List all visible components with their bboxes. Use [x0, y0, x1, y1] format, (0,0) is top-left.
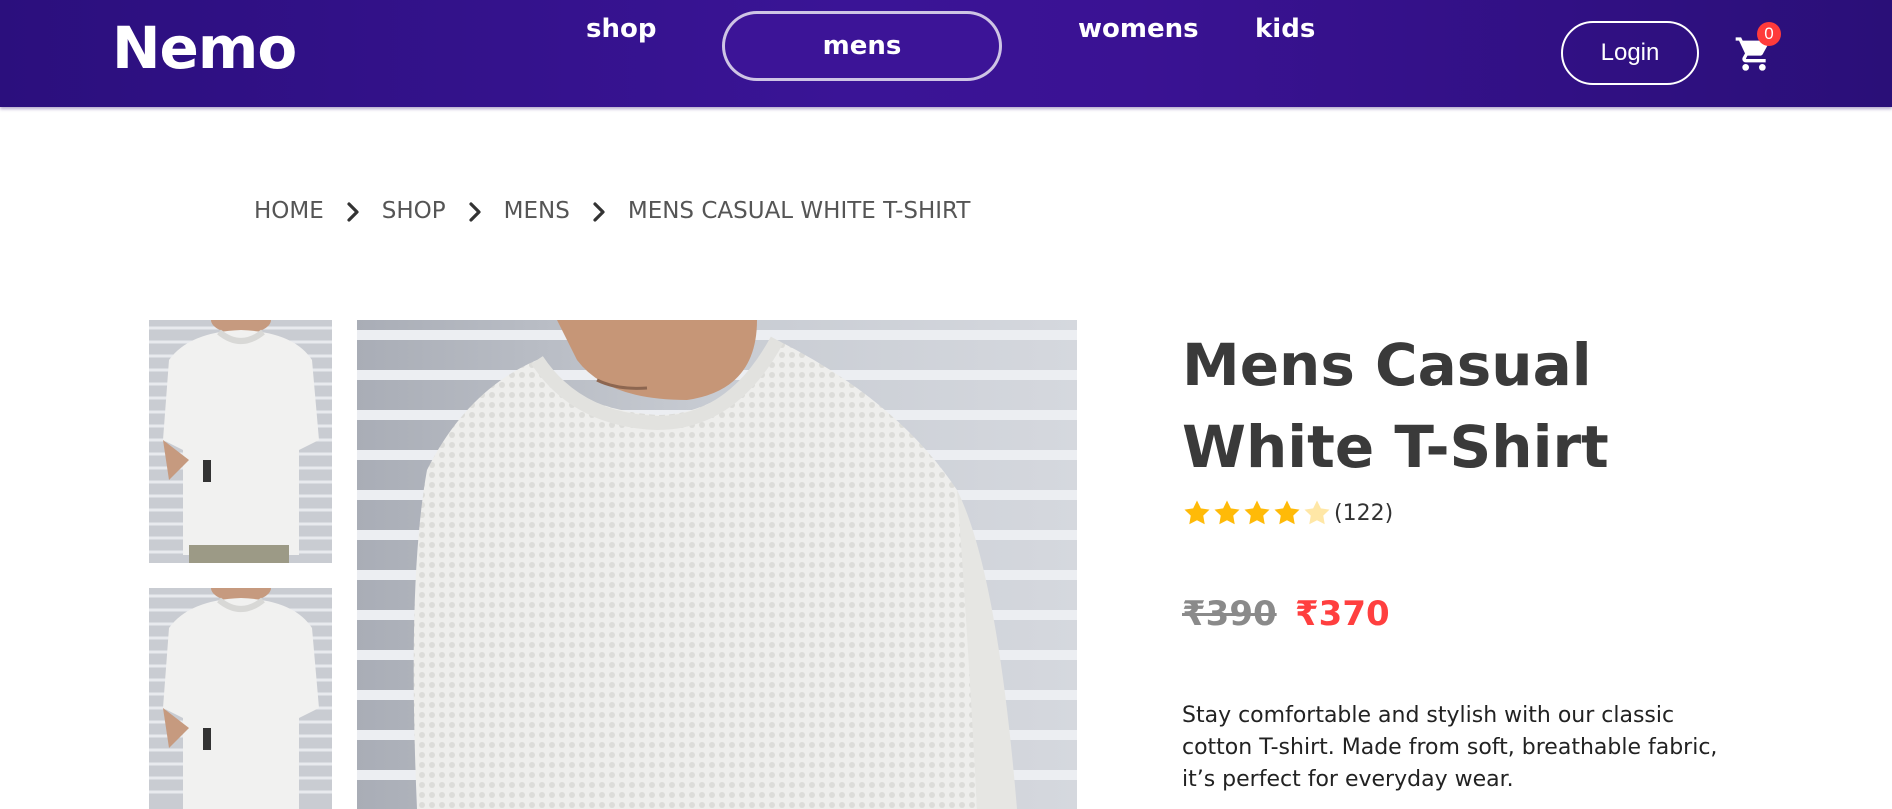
nav-item-mens[interactable]: mens: [722, 11, 1002, 81]
brand-logo[interactable]: Nemo: [112, 14, 297, 82]
nav-item-womens[interactable]: womens: [1078, 14, 1199, 44]
nav-item-shop[interactable]: shop: [586, 14, 656, 44]
top-navbar: Nemo shop mens womens kids Login 0: [0, 0, 1892, 107]
chevron-right-icon: [582, 198, 616, 224]
review-count[interactable]: (122): [1334, 501, 1393, 526]
breadcrumb-home[interactable]: HOME: [254, 198, 324, 224]
chevron-right-icon: [336, 198, 370, 224]
nav-item-kids[interactable]: kids: [1255, 14, 1315, 44]
cart-count-badge: 0: [1757, 22, 1781, 46]
star-filled-icon: [1214, 500, 1240, 525]
breadcrumb: HOME SHOP MENS MENS CASUAL WHITE T-SHIRT: [254, 198, 970, 224]
product-rating: (122): [1182, 498, 1393, 528]
breadcrumb-current-product: MENS CASUAL WHITE T-SHIRT: [627, 198, 971, 224]
product-thumbnail[interactable]: [149, 320, 332, 563]
breadcrumb-mens[interactable]: MENS: [504, 198, 570, 224]
product-description: Stay comfortable and stylish with our cl…: [1182, 703, 1718, 792]
star-empty-icon: [1304, 500, 1330, 525]
chevron-right-icon: [458, 198, 492, 224]
login-button[interactable]: Login: [1561, 21, 1699, 85]
star-filled-icon: [1244, 500, 1270, 525]
sale-price: ₹370: [1295, 594, 1390, 634]
product-main-image: [357, 320, 1077, 809]
star-filled-icon: [1274, 500, 1300, 525]
breadcrumb-shop[interactable]: SHOP: [382, 198, 446, 224]
star-filled-icon: [1184, 500, 1210, 525]
product-thumbnail[interactable]: [149, 588, 332, 809]
product-title: Mens Casual White T-Shirt: [1182, 331, 1609, 481]
original-price: ₹390: [1182, 594, 1277, 634]
